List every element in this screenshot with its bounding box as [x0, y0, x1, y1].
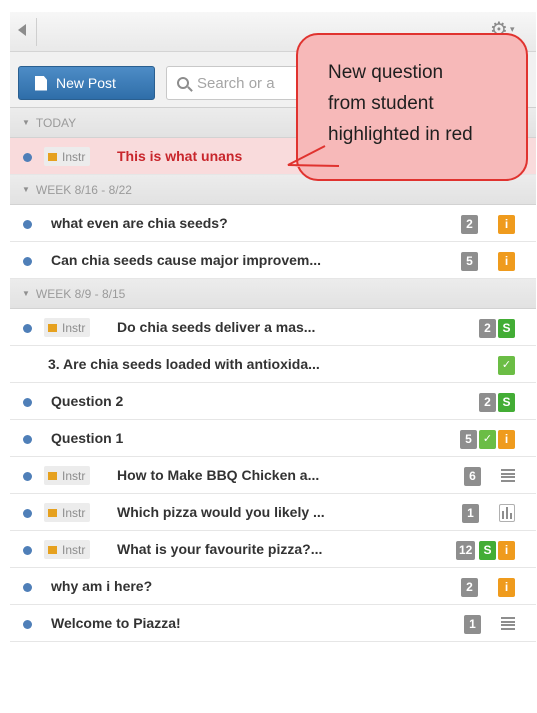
instructor-tag-label: Instr — [62, 149, 86, 164]
instructor-square-icon — [48, 152, 57, 161]
instructor-tag: Instr — [44, 318, 91, 337]
endorsed-check-icon: ✓ — [498, 356, 515, 375]
feed-post-item[interactable]: Welcome to Piazza! 1 — [10, 605, 536, 642]
reply-count-badge: 2 — [479, 393, 496, 412]
student-answer-badge: S — [498, 393, 515, 412]
post-title: Can chia seeds cause major improvem... — [51, 252, 322, 268]
divider — [36, 18, 37, 46]
note-icon — [501, 615, 515, 632]
caret-down-icon: ▼ — [22, 185, 30, 194]
feed-post-item[interactable]: what even are chia seeds? i 2 — [10, 205, 536, 242]
feed-post-item[interactable]: Instr Do chia seeds deliver a mas... S 2 — [10, 309, 536, 346]
instructor-square-icon — [48, 471, 57, 480]
feed-post-item[interactable]: Instr How to Make BBQ Chicken a... 6 — [10, 457, 536, 494]
post-title: Question 1 — [51, 430, 124, 446]
reply-count-badge: 5 — [461, 252, 478, 271]
instructor-tag: Instr — [44, 147, 91, 166]
instructor-tag-label: Instr — [62, 505, 86, 520]
reply-count-badge: 12 — [456, 541, 476, 560]
caret-down-icon: ▼ — [22, 118, 30, 127]
instructor-tag: Instr — [44, 466, 91, 485]
unread-dot-icon — [23, 472, 32, 481]
post-title: Question 2 — [51, 393, 124, 409]
collapse-arrow-icon[interactable] — [18, 24, 26, 36]
poll-icon — [499, 504, 515, 522]
post-title: What is your favourite pizza?... — [117, 541, 323, 557]
unread-dot-icon — [23, 257, 32, 266]
unread-dot-icon — [23, 509, 32, 518]
unread-dot-icon — [23, 583, 32, 592]
group-header-label: WEEK 8/9 - 8/15 — [35, 286, 126, 301]
post-title: Welcome to Piazza! — [51, 615, 181, 631]
post-title: 3. Are chia seeds loaded with antioxida.… — [48, 356, 320, 372]
feed-post-item[interactable]: Question 2 S2 — [10, 383, 536, 420]
student-answer-badge: S — [479, 541, 496, 560]
unread-dot-icon — [23, 435, 32, 444]
callout-line-2: from student — [328, 93, 434, 114]
callout-line-3: highlighted in red — [328, 124, 473, 145]
note-icon — [501, 467, 515, 484]
new-post-button[interactable]: New Post — [18, 66, 155, 100]
feed-post-item[interactable]: Instr Which pizza would you likely ... 1 — [10, 494, 536, 531]
annotation-callout: New question from student highlighted in… — [296, 33, 528, 181]
post-title: what even are chia seeds? — [51, 215, 228, 231]
instructor-tag-label: Instr — [62, 320, 86, 335]
instructor-answer-badge: i — [498, 430, 515, 449]
reply-count-badge: 2 — [461, 215, 478, 234]
instructor-square-icon — [48, 508, 57, 517]
callout-line-1: New question — [328, 62, 444, 83]
group-header-label: WEEK 8/16 - 8/22 — [35, 182, 132, 197]
reply-count-badge: 1 — [462, 504, 479, 523]
feed-post-item[interactable]: 3. Are chia seeds loaded with antioxida.… — [10, 346, 536, 383]
instructor-answer-badge: i — [498, 578, 515, 597]
unread-dot-icon — [23, 546, 32, 555]
feed-post-item[interactable]: Question 1 i ✓ 5 — [10, 420, 536, 457]
search-icon — [177, 77, 189, 89]
instructor-tag: Instr — [44, 540, 91, 559]
document-icon — [35, 75, 47, 91]
instructor-tag-label: Instr — [62, 468, 86, 483]
new-post-label: New Post — [56, 75, 116, 91]
post-feed-list: ▼ TODAY Instr This is what unans ▼ WEEK 8/16 … — [10, 108, 536, 642]
unread-dot-icon — [23, 398, 32, 407]
reply-count-badge: 6 — [464, 467, 481, 486]
post-title: why am i here? — [51, 578, 153, 594]
reply-count-badge: 2 — [461, 578, 478, 597]
endorsed-check-icon: ✓ — [479, 430, 496, 449]
caret-down-icon: ▼ — [22, 289, 30, 298]
reply-count-badge: 1 — [464, 615, 481, 634]
group-header-label: TODAY — [35, 115, 77, 130]
post-title: How to Make BBQ Chicken a... — [117, 467, 320, 483]
feed-post-item[interactable]: Instr What is your favourite pizza?... i S 1… — [10, 531, 536, 568]
instructor-answer-badge: i — [498, 541, 515, 560]
post-title: Which pizza would you likely ... — [117, 504, 325, 520]
instructor-square-icon — [48, 545, 57, 554]
instructor-square-icon — [48, 323, 57, 332]
instructor-answer-badge: i — [498, 252, 515, 271]
group-header[interactable]: ▼ WEEK 8/9 - 8/15 — [10, 279, 536, 309]
unread-dot-icon — [23, 620, 32, 629]
instructor-tag: Instr — [44, 503, 91, 522]
reply-count-badge: 5 — [460, 430, 477, 449]
unread-dot-icon — [23, 153, 32, 162]
student-answer-badge: S — [498, 319, 515, 338]
unread-dot-icon — [23, 220, 32, 229]
post-title: Do chia seeds deliver a mas... — [117, 319, 316, 335]
instructor-answer-badge: i — [498, 215, 515, 234]
post-title: This is what unans — [117, 148, 243, 164]
feed-post-item[interactable]: why am i here? i 2 — [10, 568, 536, 605]
instructor-tag-label: Instr — [62, 542, 86, 557]
feed-post-item[interactable]: Can chia seeds cause major improvem... i 5 — [10, 242, 536, 279]
reply-count-badge: 2 — [479, 319, 496, 338]
unread-dot-icon — [23, 324, 32, 333]
